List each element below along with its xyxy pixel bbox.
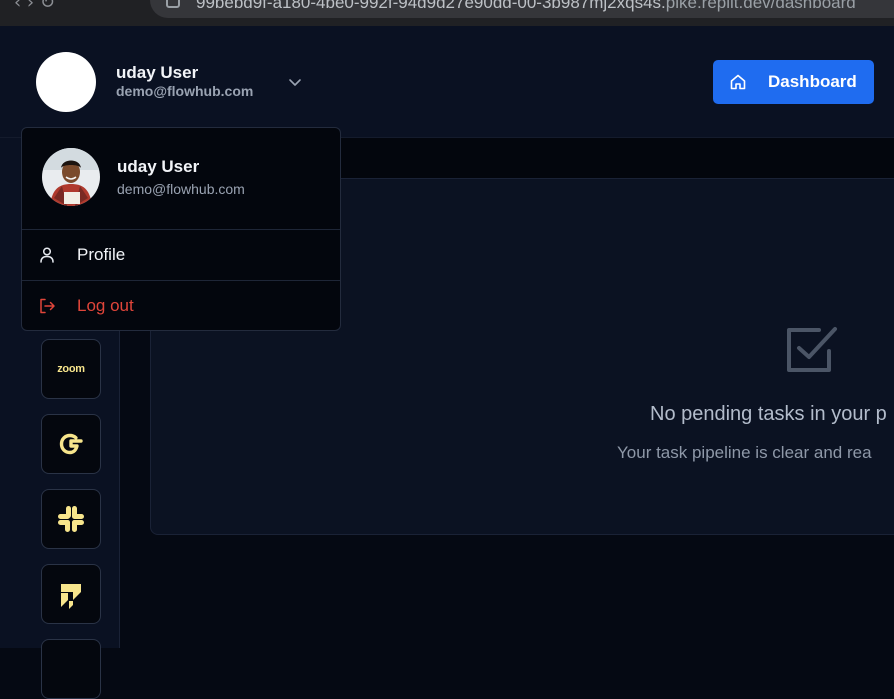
site-info-icon[interactable]	[166, 0, 180, 8]
profile-dropdown: uday User demo@flowhub.com Profile Log o…	[21, 127, 341, 331]
sidebar-app-zoom[interactable]: zoom	[41, 339, 101, 399]
address-text[interactable]: 99bebd9f-a180-4be0-992f-94d9d27e90dd-00-…	[196, 0, 856, 13]
dropdown-user-name: uday User	[117, 157, 200, 176]
header-user-name[interactable]: uday User	[116, 63, 198, 83]
sidebar-app-google[interactable]	[41, 414, 101, 474]
profile-label: Profile	[77, 245, 126, 264]
browser-nav-buttons[interactable]: ‹ › ↻	[14, 0, 55, 13]
divider	[22, 229, 340, 230]
divider	[22, 280, 340, 281]
user-photo-avatar	[42, 148, 100, 206]
dashboard-button-label: Dashboard	[768, 72, 857, 91]
sidebar-app-more[interactable]	[41, 639, 101, 699]
user-icon	[40, 247, 54, 263]
avatar[interactable]	[36, 52, 96, 112]
profile-menu-item[interactable]: Profile	[22, 231, 340, 279]
sidebar-app-jira[interactable]	[41, 564, 101, 624]
checkbox-checked-icon	[787, 327, 837, 372]
sidebar-app-slack[interactable]	[41, 489, 101, 549]
slack-icon	[58, 506, 84, 532]
chevron-down-icon[interactable]	[287, 74, 303, 90]
logout-menu-item[interactable]: Log out	[22, 282, 340, 330]
google-icon	[59, 433, 83, 455]
zoom-icon: zoom	[57, 363, 85, 375]
empty-state-title: No pending tasks in your p	[650, 403, 887, 425]
header-user-email[interactable]: demo@flowhub.com	[116, 83, 253, 99]
logout-icon	[40, 298, 55, 314]
browser-toolbar: ‹ › ↻ 99bebd9f-a180-4be0-992f-94d9d27e90…	[0, 0, 894, 26]
home-icon	[730, 74, 746, 90]
dashboard-button[interactable]: Dashboard	[713, 60, 874, 104]
jira-icon	[61, 584, 81, 609]
empty-state-subtitle: Your task pipeline is clear and rea	[617, 443, 872, 462]
dropdown-user-email: demo@flowhub.com	[117, 181, 245, 197]
app-header: uday User demo@flowhub.com Dashboard	[0, 26, 894, 138]
logout-label: Log out	[77, 296, 134, 315]
